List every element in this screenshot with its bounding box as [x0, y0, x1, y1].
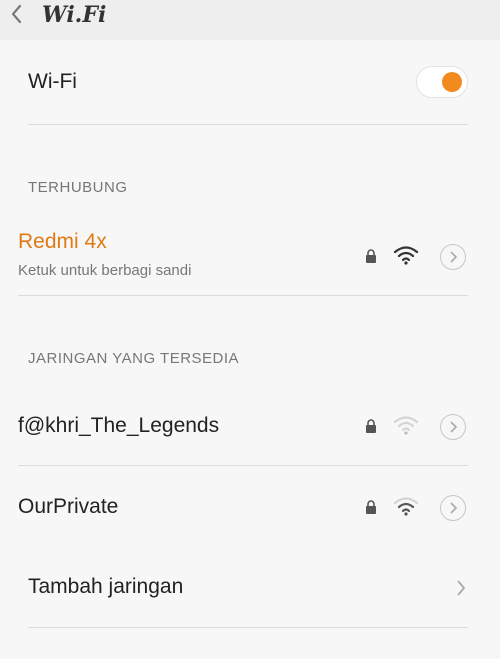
- divider: [28, 124, 468, 125]
- chevron-right-icon: [450, 421, 458, 433]
- page-title: Wi.Fi: [42, 2, 107, 28]
- lock-icon: [366, 500, 376, 514]
- divider: [18, 465, 468, 466]
- network-detail-button[interactable]: [440, 244, 466, 270]
- chevron-right-icon: [450, 502, 458, 514]
- wifi-signal-icon: [393, 246, 419, 265]
- network-detail-button[interactable]: [440, 495, 466, 521]
- toggle-knob: [442, 72, 462, 92]
- top-bar: Wi.Fi: [0, 0, 500, 40]
- wifi-toggle-row[interactable]: Wi-Fi: [28, 62, 468, 106]
- wifi-signal-icon: [393, 497, 419, 516]
- network-name: Redmi 4x: [18, 230, 107, 253]
- chevron-right-icon: [457, 580, 466, 596]
- wifi-toggle-switch[interactable]: [416, 66, 468, 98]
- divider: [28, 627, 468, 628]
- network-name: f@khri_The_Legends: [18, 414, 220, 437]
- available-network-row[interactable]: f@khri_The_Legends: [0, 392, 500, 462]
- section-header-available: JARINGAN YANG TERSEDIA: [28, 350, 240, 367]
- wifi-signal-icon: [393, 416, 419, 435]
- add-network-row[interactable]: Tambah jaringan: [0, 560, 500, 620]
- divider: [18, 295, 468, 296]
- lock-icon: [366, 419, 376, 433]
- network-name: OurPrivate: [18, 495, 119, 518]
- network-subtitle: Ketuk untuk berbagi sandi: [18, 262, 192, 279]
- section-header-connected: TERHUBUNG: [28, 179, 128, 196]
- wifi-toggle-label: Wi-Fi: [28, 70, 77, 93]
- network-detail-button[interactable]: [440, 414, 466, 440]
- add-network-label: Tambah jaringan: [28, 575, 184, 598]
- available-network-row[interactable]: OurPrivate: [0, 473, 500, 543]
- chevron-right-icon: [450, 251, 458, 263]
- lock-icon: [366, 249, 376, 263]
- back-icon[interactable]: [8, 3, 26, 25]
- connected-network-row[interactable]: Redmi 4x Ketuk untuk berbagi sandi: [0, 222, 500, 292]
